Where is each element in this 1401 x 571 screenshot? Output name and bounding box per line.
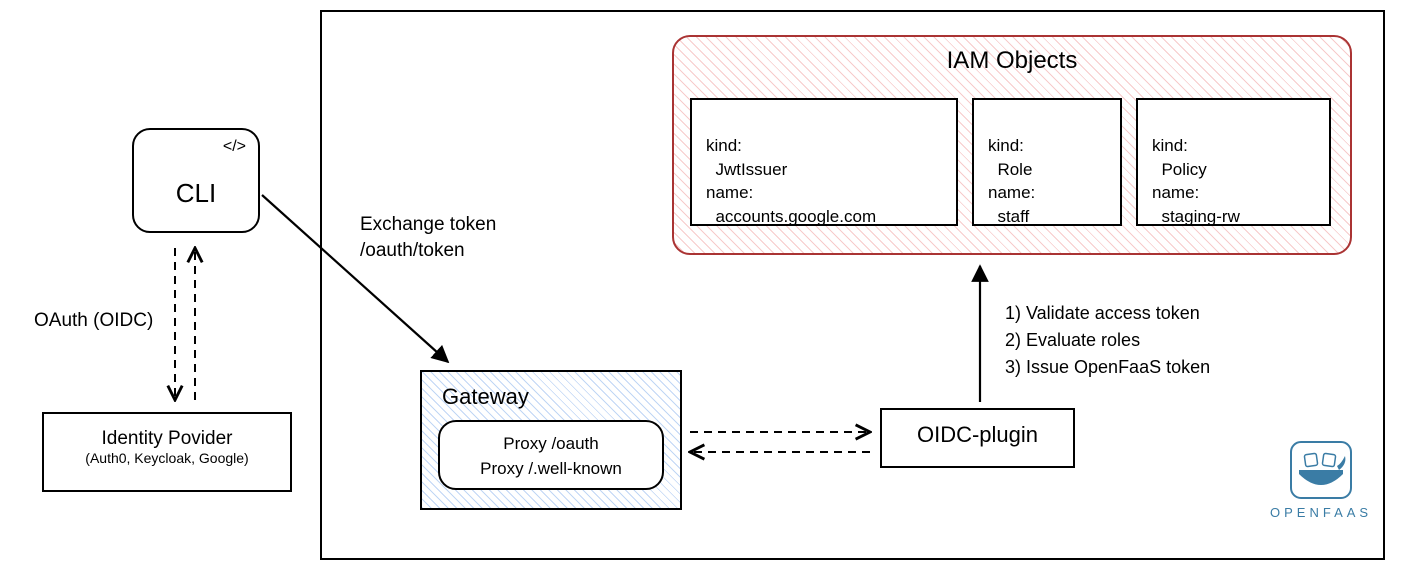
- whale-icon: [1289, 440, 1353, 500]
- step-3: 3) Issue OpenFaaS token: [1005, 354, 1210, 381]
- proxy-line2: Proxy /.well-known: [440, 457, 662, 482]
- proxy-line1: Proxy /oauth: [440, 432, 662, 457]
- identity-provider-box: Identity Povider (Auth0, Keycloak, Googl…: [42, 412, 292, 492]
- step-2: 2) Evaluate roles: [1005, 327, 1210, 354]
- exchange-line2: /oauth/token: [360, 238, 496, 264]
- iam-object-policy: kind: Policy name: staging-rw: [1136, 98, 1331, 226]
- idp-subtitle: (Auth0, Keycloak, Google): [44, 450, 290, 466]
- exchange-token-label: Exchange token /oauth/token: [360, 212, 496, 263]
- gateway-proxy-box: Proxy /oauth Proxy /.well-known: [438, 420, 664, 490]
- openfaas-logo: OPENFAAS: [1270, 440, 1372, 520]
- steps-list: 1) Validate access token 2) Evaluate rol…: [1005, 300, 1210, 381]
- exchange-line1: Exchange token: [360, 212, 496, 238]
- openfaas-logo-text: OPENFAAS: [1270, 505, 1372, 520]
- iam-object-role: kind: Role name: staff: [972, 98, 1122, 226]
- oidc-plugin-box: OIDC-plugin: [880, 408, 1075, 468]
- oauth-label: OAuth (OIDC): [34, 310, 153, 332]
- step-1: 1) Validate access token: [1005, 300, 1210, 327]
- oidc-plugin-label: OIDC-plugin: [917, 422, 1038, 447]
- iam-object-jwtissuer: kind: JwtIssuer name: accounts.google.co…: [690, 98, 958, 226]
- cli-label: CLI: [134, 178, 258, 209]
- code-icon: </>: [223, 138, 246, 156]
- iam-title: IAM Objects: [674, 47, 1350, 75]
- gateway-title: Gateway: [442, 384, 529, 410]
- cli-box: </> CLI: [132, 128, 260, 233]
- idp-title: Identity Povider: [44, 428, 290, 450]
